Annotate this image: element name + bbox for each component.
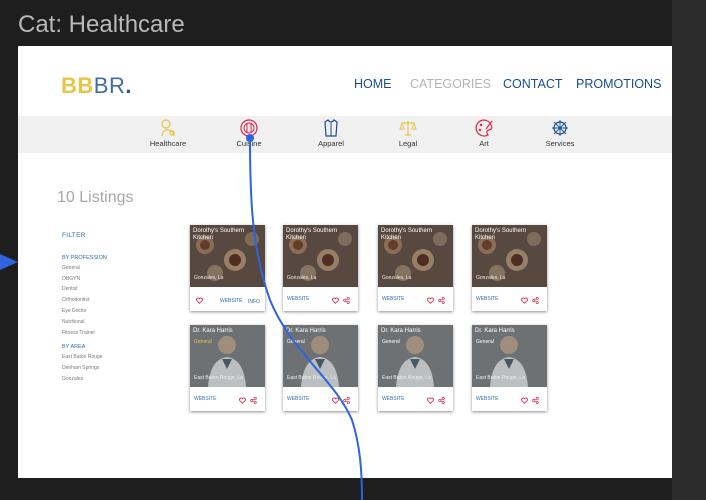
listing-card[interactable]: Dr. Kara Harris General East Baton Rouge…: [378, 325, 453, 411]
category-cuisine[interactable]: Cuisine: [214, 118, 284, 148]
profession-eye-doctor[interactable]: Eye Doctor: [62, 308, 87, 314]
page-frame: BBBR. HOME CATEGORIES CONTACT PROMOTIONS…: [18, 46, 672, 478]
card-title: Dr. Kara Harris: [381, 328, 421, 334]
listings-count: 10 Listings: [57, 189, 134, 206]
share-icon[interactable]: [438, 297, 445, 304]
info-link[interactable]: INFO: [248, 299, 260, 305]
heart-icon[interactable]: [196, 297, 203, 304]
share-icon[interactable]: [343, 297, 350, 304]
art-icon: [475, 119, 493, 137]
incoming-flow-arrow-icon: [0, 254, 18, 270]
canvas-right-strip: [672, 0, 706, 500]
profession-heading: BY PROFESSION: [62, 255, 107, 261]
card-location: East Baton Rouge, La: [382, 375, 431, 381]
card-location: Gonzales, La: [287, 275, 317, 281]
share-icon[interactable]: [438, 397, 445, 404]
card-title: Dr. Kara Harris: [475, 328, 515, 334]
profession-orthodontist[interactable]: Orthodontist: [62, 297, 89, 303]
logo-yellow: BB: [61, 73, 94, 98]
website-link[interactable]: WEBSITE: [287, 297, 310, 302]
healthcare-icon: [161, 119, 175, 137]
card-location: Gonzales, La: [194, 275, 224, 281]
category-legal[interactable]: Legal: [373, 118, 443, 148]
heart-icon[interactable]: [332, 397, 339, 404]
card-title: Dr. Kara Harris: [286, 328, 326, 334]
card-title: Dorothy's Southern Kitchen: [286, 228, 338, 241]
listing-card[interactable]: Dr. Kara Harris General East Baton Rouge…: [472, 325, 547, 411]
category-art[interactable]: Art: [449, 118, 519, 148]
card-title: Dorothy's Southern Kitchen: [193, 228, 245, 241]
website-link[interactable]: WEBSITE: [194, 397, 217, 402]
cuisine-icon: [240, 119, 258, 137]
card-location: East Baton Rouge, La: [476, 375, 525, 381]
category-label: Legal: [398, 139, 418, 148]
category-healthcare[interactable]: Healthcare: [133, 118, 203, 148]
heart-icon[interactable]: [521, 397, 528, 404]
card-title: Dorothy's Southern Kitchen: [475, 228, 527, 241]
listing-card[interactable]: Dorothy's Southern Kitchen Gonzales, La …: [378, 225, 453, 311]
website-link[interactable]: WEBSITE: [287, 397, 310, 402]
area-heading: BY AREA: [62, 344, 86, 350]
card-subtitle: General: [476, 339, 494, 345]
card-title: Dr. Kara Harris: [193, 328, 233, 334]
frame-title: Cat: Healthcare: [18, 11, 185, 38]
filter-heading[interactable]: FILTER: [62, 232, 86, 239]
heart-icon[interactable]: [427, 397, 434, 404]
logo[interactable]: BBBR.: [61, 73, 132, 99]
profession-dentist[interactable]: Dentist: [62, 286, 78, 292]
category-label: Healthcare: [149, 139, 187, 148]
category-label: Cuisine: [236, 139, 262, 148]
listing-card[interactable]: Dorothy's Southern Kitchen Gonzales, La …: [190, 225, 265, 311]
card-title: Dorothy's Southern Kitchen: [381, 228, 433, 241]
profession-fitness-trainer[interactable]: Fitness Trainer: [62, 330, 95, 336]
card-subtitle: General: [194, 339, 212, 345]
website-link[interactable]: WEBSITE: [476, 397, 499, 402]
category-bar: Healthcare Cuisine Apparel Legal Art Ser…: [18, 116, 672, 153]
card-location: East Baton Rouge, La: [287, 375, 336, 381]
category-label: Art: [479, 139, 489, 148]
legal-icon: [399, 121, 417, 136]
services-icon: [552, 120, 568, 136]
share-icon[interactable]: [343, 397, 350, 404]
listing-card[interactable]: Dr. Kara Harris General East Baton Rouge…: [190, 325, 265, 411]
card-subtitle: General: [287, 339, 305, 345]
category-label: Services: [545, 139, 575, 148]
heart-icon[interactable]: [427, 297, 434, 304]
area-denham-springs[interactable]: Denham Springs: [62, 365, 99, 371]
website-link[interactable]: WEBSITE: [476, 297, 499, 302]
website-link[interactable]: WEBSITE: [382, 397, 405, 402]
listing-card[interactable]: Dorothy's Southern Kitchen Gonzales, La …: [472, 225, 547, 311]
area-gonzales[interactable]: Gonzales: [62, 376, 83, 382]
logo-dot: .: [125, 73, 132, 98]
profession-general[interactable]: General: [62, 265, 80, 271]
website-link[interactable]: WEBSITE: [220, 299, 246, 304]
nav-categories[interactable]: CATEGORIES: [410, 77, 491, 91]
heart-icon[interactable]: [332, 297, 339, 304]
heart-icon[interactable]: [239, 397, 246, 404]
share-icon[interactable]: [532, 397, 539, 404]
profession-nutritional[interactable]: Nutritional: [62, 319, 85, 325]
nav-contact[interactable]: CONTACT: [503, 77, 563, 91]
card-location: Gonzales, La: [382, 275, 412, 281]
logo-blue: BR: [93, 73, 126, 98]
category-apparel[interactable]: Apparel: [296, 118, 366, 148]
heart-icon[interactable]: [521, 297, 528, 304]
share-icon[interactable]: [250, 397, 257, 404]
website-link[interactable]: WEBSITE: [382, 297, 405, 302]
listing-card[interactable]: Dorothy's Southern Kitchen Gonzales, La …: [283, 225, 358, 311]
apparel-icon: [324, 119, 338, 137]
listing-card[interactable]: Dr. Kara Harris General East Baton Rouge…: [283, 325, 358, 411]
card-location: East Baton Rouge, La: [194, 375, 243, 381]
share-icon[interactable]: [532, 297, 539, 304]
profession-obgyn[interactable]: OBGYN: [62, 276, 80, 282]
card-subtitle: General: [382, 339, 400, 345]
nav-home[interactable]: HOME: [354, 77, 392, 91]
category-services[interactable]: Services: [525, 118, 595, 148]
category-label: Apparel: [318, 139, 344, 148]
area-east-baton-rouge[interactable]: East Baton Rouge: [62, 354, 103, 360]
nav-promotions[interactable]: PROMOTIONS: [576, 77, 661, 91]
card-location: Gonzales, La: [476, 275, 506, 281]
